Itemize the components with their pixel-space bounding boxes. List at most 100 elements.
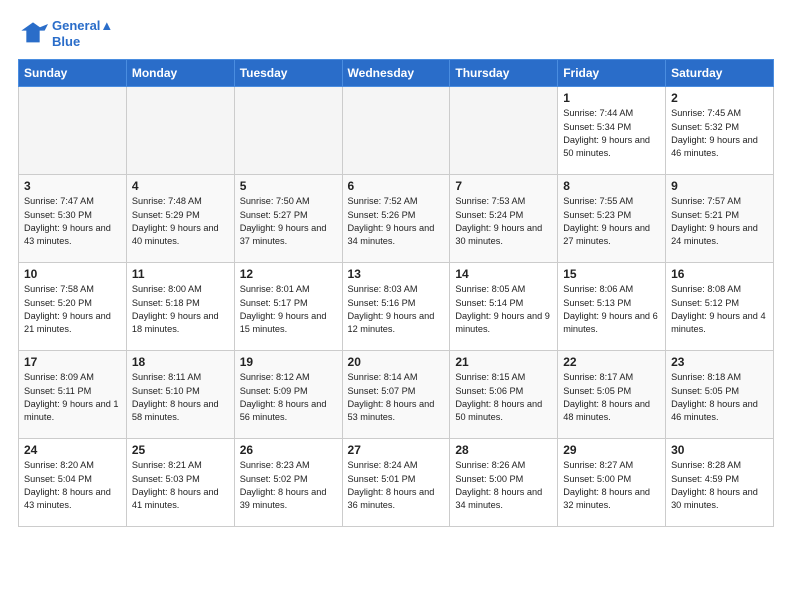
day-number: 2 [671,91,768,105]
day-info: Sunrise: 7:50 AM Sunset: 5:27 PM Dayligh… [240,195,337,248]
day-info: Sunrise: 7:57 AM Sunset: 5:21 PM Dayligh… [671,195,768,248]
day-number: 14 [455,267,552,281]
calendar-cell [342,87,450,175]
weekday-header-monday: Monday [126,60,234,87]
day-info: Sunrise: 8:01 AM Sunset: 5:17 PM Dayligh… [240,283,337,336]
calendar-cell: 24 Sunrise: 8:20 AM Sunset: 5:04 PM Dayli… [19,439,127,527]
day-number: 28 [455,443,552,457]
calendar-cell: 5 Sunrise: 7:50 AM Sunset: 5:27 PM Daylig… [234,175,342,263]
calendar-cell: 8 Sunrise: 7:55 AM Sunset: 5:23 PM Daylig… [558,175,666,263]
day-info: Sunrise: 8:17 AM Sunset: 5:05 PM Dayligh… [563,371,660,424]
day-info: Sunrise: 8:27 AM Sunset: 5:00 PM Dayligh… [563,459,660,512]
day-info: Sunrise: 8:08 AM Sunset: 5:12 PM Dayligh… [671,283,768,336]
calendar-table: SundayMondayTuesdayWednesdayThursdayFrid… [18,59,774,527]
day-info: Sunrise: 8:21 AM Sunset: 5:03 PM Dayligh… [132,459,229,512]
day-info: Sunrise: 7:58 AM Sunset: 5:20 PM Dayligh… [24,283,121,336]
weekday-header-saturday: Saturday [666,60,774,87]
day-number: 23 [671,355,768,369]
day-info: Sunrise: 7:53 AM Sunset: 5:24 PM Dayligh… [455,195,552,248]
day-number: 20 [348,355,445,369]
day-number: 6 [348,179,445,193]
calendar-cell [450,87,558,175]
day-info: Sunrise: 8:05 AM Sunset: 5:14 PM Dayligh… [455,283,552,336]
calendar-cell: 18 Sunrise: 8:11 AM Sunset: 5:10 PM Dayli… [126,351,234,439]
day-number: 9 [671,179,768,193]
calendar-week-1: 1Sunrise: 7:44 AM Sunset: 5:34 PM Daylig… [19,87,774,175]
calendar-cell: 6Sunrise: 7:52 AM Sunset: 5:26 PM Daylig… [342,175,450,263]
day-number: 29 [563,443,660,457]
day-info: Sunrise: 7:55 AM Sunset: 5:23 PM Dayligh… [563,195,660,248]
calendar-cell: 16 Sunrise: 8:08 AM Sunset: 5:12 PM Dayli… [666,263,774,351]
day-info: Sunrise: 8:12 AM Sunset: 5:09 PM Dayligh… [240,371,337,424]
weekday-header-wednesday: Wednesday [342,60,450,87]
day-number: 4 [132,179,229,193]
day-number: 25 [132,443,229,457]
day-info: Sunrise: 8:24 AM Sunset: 5:01 PM Dayligh… [348,459,445,512]
calendar-cell: 20 Sunrise: 8:14 AM Sunset: 5:07 PM Dayli… [342,351,450,439]
day-number: 15 [563,267,660,281]
calendar-cell: 21 Sunrise: 8:15 AM Sunset: 5:06 PM Dayli… [450,351,558,439]
day-number: 17 [24,355,121,369]
weekday-header-row: SundayMondayTuesdayWednesdayThursdayFrid… [19,60,774,87]
calendar-cell: 12 Sunrise: 8:01 AM Sunset: 5:17 PM Dayli… [234,263,342,351]
calendar-cell: 15 Sunrise: 8:06 AM Sunset: 5:13 PM Dayli… [558,263,666,351]
calendar-cell: 23 Sunrise: 8:18 AM Sunset: 5:05 PM Dayli… [666,351,774,439]
day-info: Sunrise: 8:18 AM Sunset: 5:05 PM Dayligh… [671,371,768,424]
weekday-header-friday: Friday [558,60,666,87]
day-number: 16 [671,267,768,281]
calendar-cell: 10Sunrise: 7:58 AM Sunset: 5:20 PM Dayli… [19,263,127,351]
calendar-cell: 25 Sunrise: 8:21 AM Sunset: 5:03 PM Dayli… [126,439,234,527]
logo-icon [18,19,48,49]
logo-text: General▲Blue [52,18,113,49]
calendar-cell: 19 Sunrise: 8:12 AM Sunset: 5:09 PM Dayli… [234,351,342,439]
calendar-cell: 14 Sunrise: 8:05 AM Sunset: 5:14 PM Dayli… [450,263,558,351]
calendar-cell: 9 Sunrise: 7:57 AM Sunset: 5:21 PM Daylig… [666,175,774,263]
day-info: Sunrise: 8:11 AM Sunset: 5:10 PM Dayligh… [132,371,229,424]
day-number: 26 [240,443,337,457]
calendar-cell: 30 Sunrise: 8:28 AM Sunset: 4:59 PM Dayli… [666,439,774,527]
day-info: Sunrise: 8:14 AM Sunset: 5:07 PM Dayligh… [348,371,445,424]
calendar-cell: 27Sunrise: 8:24 AM Sunset: 5:01 PM Dayli… [342,439,450,527]
calendar-week-5: 24 Sunrise: 8:20 AM Sunset: 5:04 PM Dayli… [19,439,774,527]
page: General▲Blue SundayMondayTuesdayWednesda… [0,0,792,537]
calendar-cell: 3Sunrise: 7:47 AM Sunset: 5:30 PM Daylig… [19,175,127,263]
day-info: Sunrise: 7:45 AM Sunset: 5:32 PM Dayligh… [671,107,768,160]
calendar-week-2: 3Sunrise: 7:47 AM Sunset: 5:30 PM Daylig… [19,175,774,263]
day-number: 3 [24,179,121,193]
day-info: Sunrise: 8:26 AM Sunset: 5:00 PM Dayligh… [455,459,552,512]
calendar-cell: 7 Sunrise: 7:53 AM Sunset: 5:24 PM Daylig… [450,175,558,263]
calendar-cell: 28 Sunrise: 8:26 AM Sunset: 5:00 PM Dayli… [450,439,558,527]
day-number: 18 [132,355,229,369]
day-number: 24 [24,443,121,457]
calendar-week-4: 17 Sunrise: 8:09 AM Sunset: 5:11 PM Dayli… [19,351,774,439]
day-number: 12 [240,267,337,281]
weekday-header-tuesday: Tuesday [234,60,342,87]
day-number: 1 [563,91,660,105]
calendar-cell: 17 Sunrise: 8:09 AM Sunset: 5:11 PM Dayli… [19,351,127,439]
day-number: 22 [563,355,660,369]
day-number: 21 [455,355,552,369]
calendar-cell [19,87,127,175]
day-info: Sunrise: 8:20 AM Sunset: 5:04 PM Dayligh… [24,459,121,512]
calendar-cell: 11Sunrise: 8:00 AM Sunset: 5:18 PM Dayli… [126,263,234,351]
day-info: Sunrise: 8:03 AM Sunset: 5:16 PM Dayligh… [348,283,445,336]
header: General▲Blue [18,18,774,49]
calendar-cell [234,87,342,175]
calendar-week-3: 10Sunrise: 7:58 AM Sunset: 5:20 PM Dayli… [19,263,774,351]
day-info: Sunrise: 8:06 AM Sunset: 5:13 PM Dayligh… [563,283,660,336]
day-number: 19 [240,355,337,369]
day-number: 30 [671,443,768,457]
day-info: Sunrise: 8:09 AM Sunset: 5:11 PM Dayligh… [24,371,121,424]
weekday-header-thursday: Thursday [450,60,558,87]
day-info: Sunrise: 8:28 AM Sunset: 4:59 PM Dayligh… [671,459,768,512]
day-info: Sunrise: 8:15 AM Sunset: 5:06 PM Dayligh… [455,371,552,424]
day-number: 5 [240,179,337,193]
day-number: 8 [563,179,660,193]
day-number: 7 [455,179,552,193]
calendar-cell: 13 Sunrise: 8:03 AM Sunset: 5:16 PM Dayli… [342,263,450,351]
day-number: 13 [348,267,445,281]
day-number: 11 [132,267,229,281]
calendar-cell: 22 Sunrise: 8:17 AM Sunset: 5:05 PM Dayli… [558,351,666,439]
day-info: Sunrise: 7:48 AM Sunset: 5:29 PM Dayligh… [132,195,229,248]
day-info: Sunrise: 8:23 AM Sunset: 5:02 PM Dayligh… [240,459,337,512]
